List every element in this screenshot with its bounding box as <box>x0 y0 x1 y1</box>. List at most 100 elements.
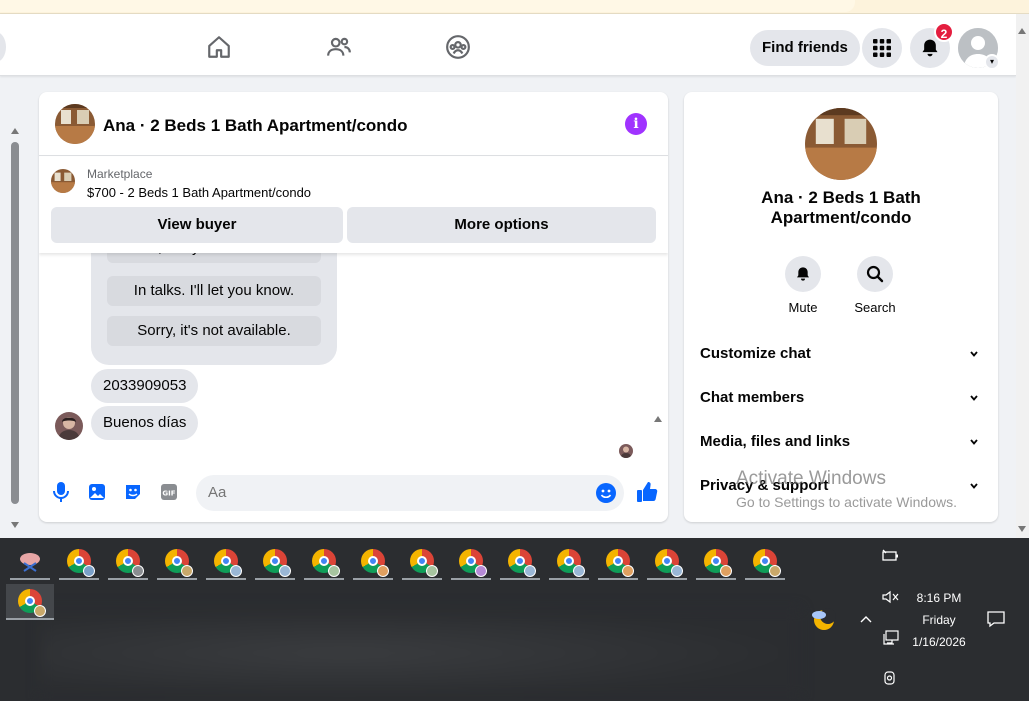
taskbar-chrome-3[interactable] <box>157 544 197 580</box>
taskbar-chrome-10[interactable] <box>500 544 540 580</box>
meet-now-icon[interactable] <box>882 670 898 689</box>
view-buyer-button[interactable]: View buyer <box>51 207 343 243</box>
quick-reply-interested[interactable]: Yes, are you interested? <box>107 253 321 263</box>
listing-thumbnail[interactable] <box>55 104 95 144</box>
quick-reply-in-talks[interactable]: In talks. I'll let you know. <box>107 276 321 306</box>
volume-muted-icon[interactable] <box>882 590 900 607</box>
mute-action[interactable]: Mute <box>773 256 833 315</box>
search-label: Search <box>854 300 896 315</box>
marketplace-listing-bar: Marketplace $700 - 2 Beds 1 Bath Apartme… <box>39 157 668 253</box>
taskbar-chrome-15[interactable] <box>745 544 785 580</box>
message-composer: GIF <box>39 472 668 522</box>
taskbar-chrome-11[interactable] <box>549 544 589 580</box>
clock-date[interactable]: 1/16/2026 <box>904 635 974 649</box>
scroll-up-icon[interactable] <box>1018 28 1026 34</box>
chrome-icon <box>410 549 438 577</box>
browser-toolbar <box>0 0 1029 14</box>
chrome-icon <box>606 549 634 577</box>
taskbar-chrome-14[interactable] <box>696 544 736 580</box>
taskbar-chrome-9[interactable] <box>451 544 491 580</box>
menu-grid-button[interactable] <box>862 28 902 68</box>
section-label: Media, files and links <box>700 433 851 450</box>
notification-center-icon[interactable] <box>986 610 1006 631</box>
chevron-down-icon <box>970 483 978 489</box>
section-label: Chat members <box>700 389 805 406</box>
scroll-up-icon[interactable] <box>11 128 19 134</box>
taskbar-chrome-2[interactable] <box>108 544 148 580</box>
show-hidden-icons-chevron-up-icon[interactable] <box>859 612 873 627</box>
mute-label: Mute <box>788 300 818 315</box>
taskbar-chrome-12[interactable] <box>598 544 638 580</box>
listing-title[interactable]: $700 - 2 Beds 1 Bath Apartment/condo <box>87 185 311 200</box>
photo-icon[interactable] <box>87 482 107 502</box>
facebook-top-nav: Find friends 2 ▾ <box>0 14 1016 76</box>
listing-thumbnail-large[interactable] <box>805 108 877 180</box>
address-bar[interactable] <box>0 0 855 12</box>
message-bubble[interactable]: Buenos días <box>91 406 199 440</box>
find-friends-button[interactable]: Find friends <box>750 30 860 66</box>
chevron-down-icon <box>970 351 978 357</box>
taskbar-app-snipping[interactable] <box>10 544 50 580</box>
search-button-stub[interactable] <box>0 32 6 62</box>
chat-scrollbar[interactable] <box>651 416 665 471</box>
page-scrollbar[interactable] <box>8 126 22 536</box>
message-list: Yes, are you interested? In talks. I'll … <box>39 253 668 471</box>
more-options-button[interactable]: More options <box>347 207 656 243</box>
home-icon[interactable] <box>204 32 234 62</box>
thumbs-up-icon[interactable] <box>635 480 659 504</box>
groups-icon[interactable] <box>443 32 473 62</box>
quick-reply-not-available[interactable]: Sorry, it's not available. <box>107 316 321 346</box>
battery-icon[interactable] <box>882 549 900 566</box>
notification-badge: 2 <box>934 22 954 42</box>
taskbar-chrome-7[interactable] <box>353 544 393 580</box>
chat-info-panel: Ana · 2 Beds 1 Bath Apartment/condo Mute… <box>684 92 998 522</box>
marketplace-label: Marketplace <box>87 167 153 181</box>
scroll-thumb[interactable] <box>11 142 19 504</box>
taskbar-chrome-active[interactable] <box>6 584 54 620</box>
chrome-icon <box>361 549 389 577</box>
weather-moon-icon[interactable] <box>810 606 836 635</box>
section-label: Privacy & support <box>700 477 829 494</box>
chrome-icon <box>655 549 683 577</box>
clock-time[interactable]: 8:16 PM <box>904 591 974 605</box>
chat-window: Ana · 2 Beds 1 Bath Apartment/condo i Ma… <box>39 92 668 522</box>
info-icon[interactable]: i <box>625 113 647 135</box>
emoji-icon[interactable] <box>596 483 616 503</box>
taskbar-chrome-6[interactable] <box>304 544 344 580</box>
read-receipt-avatar <box>619 444 633 458</box>
chevron-down-icon <box>970 395 978 401</box>
chrome-icon <box>459 549 487 577</box>
taskbar-chrome-8[interactable] <box>402 544 442 580</box>
search-action[interactable]: Search <box>845 256 905 315</box>
listing-thumbnail-small[interactable] <box>51 169 75 193</box>
scroll-down-icon[interactable] <box>11 522 19 528</box>
taskbar-chrome-13[interactable] <box>647 544 687 580</box>
gif-icon[interactable]: GIF <box>159 482 179 502</box>
message-bubble[interactable]: 2033909053 <box>91 369 199 403</box>
scroll-up-icon[interactable] <box>654 416 662 422</box>
chat-title[interactable]: Ana · 2 Beds 1 Bath Apartment/condo <box>103 116 407 136</box>
sticker-icon[interactable] <box>123 482 143 502</box>
friends-icon[interactable] <box>324 32 354 62</box>
sender-avatar[interactable] <box>55 412 83 440</box>
customize-chat-section[interactable]: Customize chat <box>700 342 982 366</box>
windows-taskbar: 8:16 PM Friday 1/16/2026 <box>0 538 1029 701</box>
taskbar-chrome-4[interactable] <box>206 544 246 580</box>
chrome-icon <box>18 589 46 617</box>
network-icon[interactable] <box>882 630 900 649</box>
privacy-support-section[interactable]: Privacy & support <box>700 474 982 498</box>
media-files-links-section[interactable]: Media, files and links <box>700 430 982 454</box>
clock-day[interactable]: Friday <box>904 613 974 627</box>
microphone-icon[interactable] <box>51 482 71 502</box>
bell-icon[interactable] <box>785 256 821 292</box>
browser-scrollbar[interactable] <box>1016 14 1029 538</box>
chat-header: Ana · 2 Beds 1 Bath Apartment/condo i <box>39 92 668 156</box>
taskbar-chrome-5[interactable] <box>255 544 295 580</box>
account-caret-icon[interactable]: ▾ <box>984 54 1000 70</box>
chat-members-section[interactable]: Chat members <box>700 386 982 410</box>
message-input[interactable] <box>196 475 624 511</box>
search-icon[interactable] <box>857 256 893 292</box>
scroll-down-icon[interactable] <box>1018 526 1026 532</box>
taskbar-chrome-1[interactable] <box>59 544 99 580</box>
grid-icon <box>873 39 891 57</box>
